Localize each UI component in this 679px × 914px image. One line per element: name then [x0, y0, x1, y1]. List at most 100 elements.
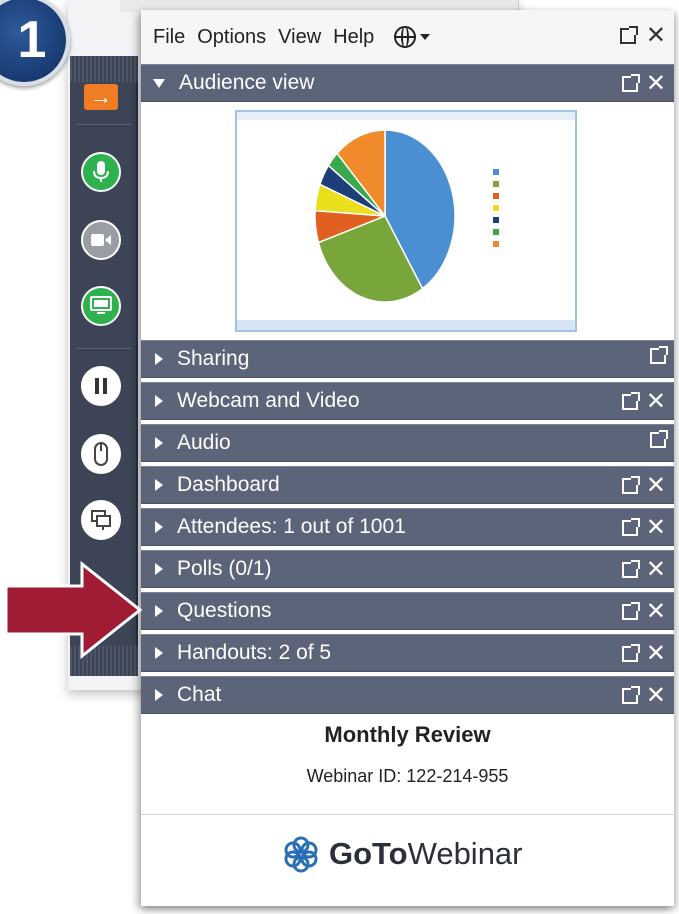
section-controls: ✕	[621, 558, 666, 582]
close-icon[interactable]: ✕	[646, 642, 666, 666]
brand-regular: Webinar	[407, 836, 523, 871]
section-attendees-1-out-of-1001[interactable]: Attendees: 1 out of 1001 ✕	[141, 508, 674, 546]
legend-entry	[493, 166, 503, 178]
expand-triangle-icon	[155, 395, 163, 407]
section-controls: ✕	[621, 72, 666, 96]
divider	[76, 348, 132, 349]
section-label: Questions	[177, 599, 272, 622]
close-icon[interactable]: ✕	[646, 474, 666, 498]
thumbnail-statusbar	[237, 320, 575, 330]
section-label: Sharing	[177, 347, 250, 370]
section-sharing[interactable]: Sharing	[141, 340, 674, 378]
chart-legend	[493, 166, 503, 250]
popout-icon[interactable]	[621, 602, 640, 620]
webinar-title: Monthly Review	[324, 722, 491, 747]
expand-triangle-icon	[155, 479, 163, 491]
close-icon[interactable]: ✕	[646, 72, 666, 96]
section-webcam-and-video[interactable]: Webcam and Video ✕	[141, 382, 674, 420]
globe-icon[interactable]	[394, 26, 417, 48]
menu-file[interactable]: File	[153, 26, 185, 49]
divider	[76, 124, 132, 125]
popout-icon[interactable]	[619, 26, 638, 44]
section-dashboard[interactable]: Dashboard ✕	[141, 466, 674, 504]
close-icon[interactable]: ✕	[646, 684, 666, 708]
legend-entry	[493, 214, 503, 226]
expand-triangle-icon	[155, 689, 163, 701]
close-icon[interactable]: ✕	[646, 390, 666, 414]
collapse-triangle-icon	[153, 78, 165, 88]
legend-entry	[493, 178, 503, 190]
webinar-id: Webinar ID: 122-214-955	[306, 766, 509, 786]
keyboard-mouse-control-button[interactable]	[81, 434, 121, 474]
section-audience-view[interactable]: Audience view ✕	[141, 64, 674, 102]
legend-entry	[493, 190, 503, 202]
section-label: Webcam and Video	[177, 389, 360, 412]
legend-entry	[493, 202, 503, 214]
menu-help[interactable]: Help	[333, 26, 374, 49]
section-polls-0-1[interactable]: Polls (0/1) ✕	[141, 550, 674, 588]
mouse-icon	[94, 442, 108, 466]
popout-icon[interactable]	[621, 644, 640, 662]
monitor-icon	[90, 296, 112, 314]
show-panel-arrow-icon[interactable]: →	[84, 84, 118, 110]
section-controls: ✕	[621, 516, 666, 540]
section-controls	[650, 430, 668, 448]
section-label: Handouts: 2 of 5	[177, 641, 332, 664]
microphone-icon	[93, 161, 109, 182]
popout-icon[interactable]	[650, 346, 668, 364]
section-label: Dashboard	[177, 473, 280, 496]
close-icon[interactable]: ✕	[646, 558, 666, 582]
menu-bar: File Options View Help ✕	[141, 10, 674, 64]
section-controls	[650, 346, 668, 364]
section-controls: ✕	[621, 684, 666, 708]
audience-view-thumbnail	[235, 110, 577, 332]
section-label: Polls (0/1)	[177, 557, 272, 580]
expand-triangle-icon	[155, 437, 163, 449]
section-label: Audio	[177, 431, 231, 454]
popout-icon[interactable]	[621, 518, 640, 536]
section-chat[interactable]: Chat ✕	[141, 676, 674, 714]
close-icon[interactable]: ✕	[646, 600, 666, 624]
menu-view[interactable]: View	[278, 26, 321, 49]
gotowebinar-flower-icon	[284, 836, 318, 873]
popout-icon[interactable]	[621, 74, 640, 92]
divider	[141, 814, 674, 815]
popout-icon[interactable]	[621, 476, 640, 494]
pause-icon	[95, 378, 107, 394]
section-label: Attendees: 1 out of 1001	[177, 515, 406, 538]
grab-tab-grip[interactable]	[70, 56, 138, 82]
step-badge: 1	[0, 0, 70, 86]
popout-icon[interactable]	[621, 560, 640, 578]
control-panel: File Options View Help ✕ Audience view ✕	[141, 10, 674, 906]
audience-view-body	[141, 102, 674, 340]
section-controls: ✕	[621, 390, 666, 414]
section-controls: ✕	[621, 600, 666, 624]
section-label: Audience view	[179, 71, 315, 94]
section-questions[interactable]: Questions ✕	[141, 592, 674, 630]
gotowebinar-logo: GoToWebinar	[281, 830, 523, 878]
chevron-down-icon[interactable]	[420, 34, 431, 40]
expand-triangle-icon	[155, 521, 163, 533]
screen-share-button[interactable]	[81, 286, 121, 326]
pie-chart	[314, 129, 456, 303]
camera-icon	[91, 234, 111, 246]
popout-icon[interactable]	[650, 430, 668, 448]
expand-triangle-icon	[155, 353, 163, 365]
window-controls: ✕	[619, 24, 666, 48]
close-icon[interactable]: ✕	[646, 516, 666, 540]
menu-options[interactable]: Options	[197, 26, 266, 49]
close-icon[interactable]: ✕	[646, 24, 666, 48]
section-handouts-2-of-5[interactable]: Handouts: 2 of 5 ✕	[141, 634, 674, 672]
microphone-button[interactable]	[81, 152, 121, 192]
popout-icon[interactable]	[621, 686, 640, 704]
section-label: Chat	[177, 683, 222, 706]
webcam-button[interactable]	[81, 220, 121, 260]
annotation-arrow-icon	[4, 560, 143, 660]
section-controls: ✕	[621, 474, 666, 498]
legend-entry	[493, 238, 503, 250]
section-audio[interactable]: Audio	[141, 424, 674, 462]
pause-button[interactable]	[81, 366, 121, 406]
popout-icon[interactable]	[621, 392, 640, 410]
section-controls: ✕	[621, 642, 666, 666]
change-screen-button[interactable]	[81, 500, 121, 540]
